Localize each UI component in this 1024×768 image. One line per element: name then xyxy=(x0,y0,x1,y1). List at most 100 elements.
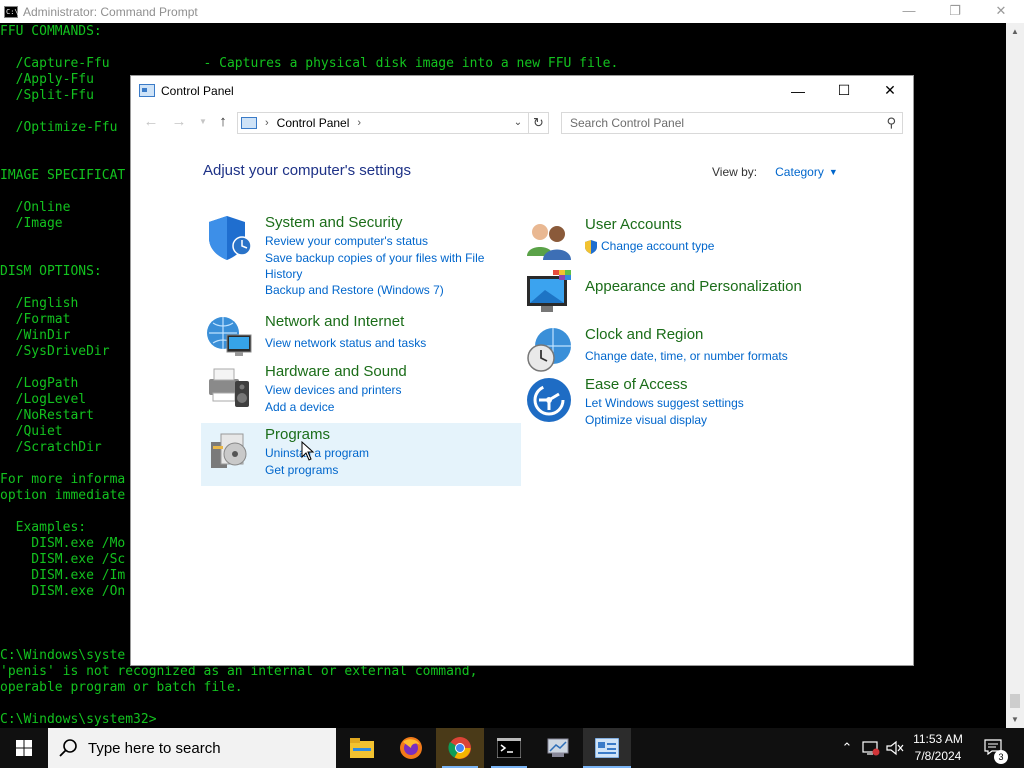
breadcrumb-separator-icon[interactable]: › xyxy=(265,117,269,129)
cmd-scrollbar[interactable]: ▲ ▼ xyxy=(1006,23,1024,728)
category-programs: Programs Uninstall a program Get program… xyxy=(205,426,505,478)
category-title[interactable]: Clock and Region xyxy=(585,326,703,343)
category-title[interactable]: Network and Internet xyxy=(265,313,404,330)
category-title[interactable]: Hardware and Sound xyxy=(265,363,407,380)
navigation-bar: ← → ▼ ↑ › Control Panel › ⌄ ↻ Search Con… xyxy=(131,105,913,139)
link-add-device[interactable]: Add a device xyxy=(265,400,334,415)
users-icon[interactable] xyxy=(525,216,573,264)
scroll-down-icon[interactable]: ▼ xyxy=(1006,711,1024,728)
chevron-down-icon[interactable]: ▼ xyxy=(829,165,838,179)
cmd-close-button[interactable]: ✕ xyxy=(978,0,1024,23)
link-devices-printers[interactable]: View devices and printers xyxy=(265,383,402,398)
cmd-titlebar[interactable]: C:\ Administrator: Command Prompt — ❐ ✕ xyxy=(0,0,1024,23)
page-title: Adjust your computer's settings xyxy=(203,162,411,179)
printer-speaker-icon[interactable] xyxy=(205,363,253,411)
taskbar: Type here to search ⌃ 11:53 AM 7/8/2024 … xyxy=(0,728,1024,768)
search-icon[interactable]: ⚲ xyxy=(886,113,896,133)
programs-disc-icon[interactable] xyxy=(205,426,253,474)
shield-icon[interactable] xyxy=(205,214,253,262)
windows-logo-icon xyxy=(16,740,32,756)
link-change-account-type[interactable]: Change account type xyxy=(601,239,714,254)
link-network-status[interactable]: View network status and tasks xyxy=(265,336,426,351)
taskbar-firefox[interactable] xyxy=(387,728,435,768)
category-title[interactable]: System and Security xyxy=(265,214,403,231)
search-input[interactable]: Search Control Panel ⚲ xyxy=(561,112,903,134)
ease-of-access-icon[interactable] xyxy=(525,376,573,424)
network-globe-icon[interactable] xyxy=(205,313,253,361)
scroll-up-icon[interactable]: ▲ xyxy=(1006,23,1024,40)
uac-shield-icon xyxy=(585,240,597,254)
link-backup-restore[interactable]: Backup and Restore (Windows 7) xyxy=(265,283,444,298)
system-tool-icon xyxy=(547,738,569,757)
action-center-button[interactable]: 3 xyxy=(980,728,1008,768)
taskbar-file-explorer[interactable] xyxy=(338,728,386,768)
mouse-cursor-icon xyxy=(301,441,315,461)
category-hardware-sound: Hardware and Sound View devices and prin… xyxy=(205,363,505,415)
taskbar-control-panel[interactable] xyxy=(583,728,631,768)
category-network-internet: Network and Internet View network status… xyxy=(205,313,505,357)
file-explorer-icon xyxy=(350,738,374,758)
clock-date: 7/8/2024 xyxy=(914,749,962,763)
clock-globe-icon[interactable] xyxy=(525,326,573,374)
taskbar-system-tool[interactable] xyxy=(534,728,582,768)
scrollbar-thumb[interactable] xyxy=(1010,694,1020,708)
cp-titlebar[interactable]: Control Panel — ☐ ✕ xyxy=(131,76,913,105)
link-windows-suggest[interactable]: Let Windows suggest settings xyxy=(585,396,744,411)
search-placeholder: Search Control Panel xyxy=(570,116,685,130)
control-panel-icon xyxy=(595,738,619,758)
taskbar-chrome[interactable] xyxy=(436,728,484,768)
link-file-history[interactable]: Save backup copies of your files with Fi… xyxy=(265,251,484,266)
category-appearance: Appearance and Personalization xyxy=(525,270,855,316)
volume-muted-icon[interactable] xyxy=(886,740,904,756)
forward-arrow-icon[interactable]: → xyxy=(169,112,189,132)
control-panel-window[interactable]: Control Panel — ☐ ✕ ← → ▼ ↑ › Control Pa… xyxy=(130,75,914,666)
category-clock-region: Clock and Region Change date, time, or n… xyxy=(525,326,855,372)
cp-title: Control Panel xyxy=(161,83,234,98)
cmd-restore-button[interactable]: ❐ xyxy=(932,0,978,23)
link-optimize-display[interactable]: Optimize visual display xyxy=(585,413,707,428)
search-icon xyxy=(59,739,77,757)
link-file-history-cont[interactable]: History xyxy=(265,267,302,282)
category-system-security: System and Security Review your computer… xyxy=(205,214,505,304)
chrome-icon xyxy=(448,737,471,759)
address-bar[interactable]: › Control Panel › ⌄ ↻ xyxy=(237,112,549,134)
view-by-control: View by: Category ▼ xyxy=(712,165,838,179)
link-review-status[interactable]: Review your computer's status xyxy=(265,234,428,249)
breadcrumb-control-panel[interactable]: Control Panel xyxy=(277,116,350,130)
category-user-accounts: User Accounts Change account type xyxy=(525,216,825,260)
taskbar-search-placeholder: Type here to search xyxy=(88,739,221,757)
category-title[interactable]: User Accounts xyxy=(585,216,682,233)
cp-minimize-button[interactable]: — xyxy=(775,76,821,105)
taskbar-command-prompt[interactable] xyxy=(485,728,533,768)
taskbar-search-box[interactable]: Type here to search xyxy=(48,728,336,768)
control-panel-icon xyxy=(241,117,257,129)
cmd-title: Administrator: Command Prompt xyxy=(23,4,198,19)
monitor-palette-icon[interactable] xyxy=(525,270,573,318)
network-status-icon[interactable] xyxy=(862,740,880,756)
category-ease-of-access: Ease of Access Let Windows suggest setti… xyxy=(525,376,855,428)
start-button[interactable] xyxy=(0,728,48,768)
system-clock[interactable]: 11:53 AM 7/8/2024 xyxy=(906,731,970,765)
cp-close-button[interactable]: ✕ xyxy=(867,76,913,105)
category-title[interactable]: Programs xyxy=(265,426,330,443)
view-by-label: View by: xyxy=(712,165,758,179)
back-arrow-icon[interactable]: ← xyxy=(141,112,161,132)
up-arrow-icon[interactable]: ↑ xyxy=(213,112,233,132)
cp-maximize-button[interactable]: ☐ xyxy=(821,76,867,105)
firefox-icon xyxy=(400,737,422,759)
category-title[interactable]: Appearance and Personalization xyxy=(585,278,802,295)
cmd-minimize-button[interactable]: — xyxy=(886,0,932,23)
link-uninstall-program[interactable]: Uninstall a program xyxy=(265,446,369,461)
clock-time: 11:53 AM xyxy=(913,732,963,746)
recent-locations-chevron-icon[interactable]: ▼ xyxy=(193,112,213,132)
link-get-programs[interactable]: Get programs xyxy=(265,463,338,478)
view-by-dropdown[interactable]: Category xyxy=(775,165,824,179)
show-hidden-icons-chevron-icon[interactable]: ⌃ xyxy=(838,728,856,768)
address-dropdown-icon[interactable]: ⌄ xyxy=(510,113,526,133)
cmd-icon: C:\ xyxy=(4,5,19,18)
breadcrumb-separator-icon[interactable]: › xyxy=(357,117,361,129)
cmd-icon xyxy=(497,738,521,758)
category-title[interactable]: Ease of Access xyxy=(585,376,688,393)
refresh-icon[interactable]: ↻ xyxy=(528,113,548,133)
link-date-time-formats[interactable]: Change date, time, or number formats xyxy=(585,349,788,364)
